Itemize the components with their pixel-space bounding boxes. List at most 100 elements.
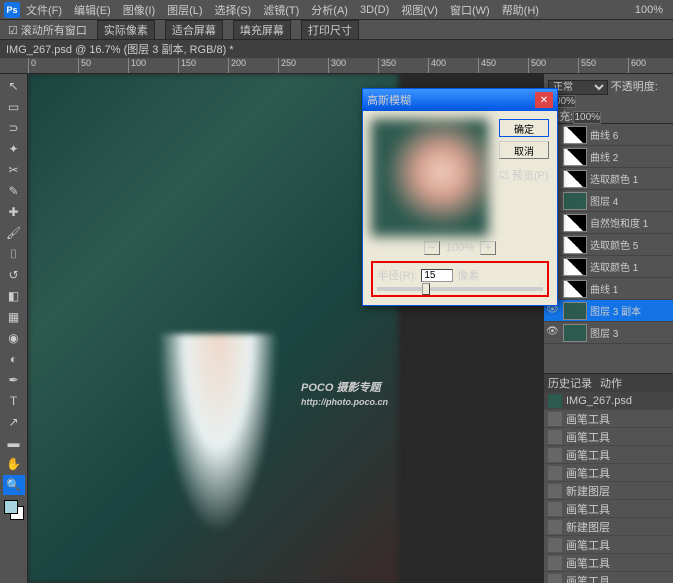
layer-row[interactable]: 👁选取颜色 1 [544, 168, 673, 190]
brush-icon [548, 574, 562, 583]
filter-preview[interactable] [371, 119, 489, 237]
brush-icon [548, 502, 562, 516]
layer-row[interactable]: 👁曲线 2 [544, 146, 673, 168]
layer-thumb [563, 170, 587, 188]
snapshot-icon [548, 394, 562, 408]
history-step[interactable]: 新建图层 [544, 518, 673, 536]
zoom-in-button[interactable]: + [480, 241, 496, 255]
eraser-tool[interactable]: ◧ [3, 286, 25, 306]
layer-row[interactable]: 👁选取颜色 5 [544, 234, 673, 256]
layer-name: 图层 3 [590, 325, 618, 340]
zoom-out-button[interactable]: − [424, 241, 440, 255]
radius-slider[interactable] [377, 287, 543, 291]
menu-filter[interactable]: 滤镜(T) [257, 2, 305, 18]
history-step[interactable]: 画笔工具 [544, 446, 673, 464]
history-brush-tool[interactable]: ↺ [3, 265, 25, 285]
history-panel-tabs: 历史记录 动作 [544, 374, 673, 392]
type-tool[interactable]: T [3, 391, 25, 411]
opacity-label: 不透明度: [611, 81, 658, 93]
history-snapshot[interactable]: IMG_267.psd [544, 392, 673, 410]
history-step[interactable]: 画笔工具 [544, 572, 673, 583]
layer-name: 图层 4 [590, 193, 618, 208]
brush-tool[interactable]: 🖌 [3, 223, 25, 243]
color-swatch[interactable] [4, 500, 24, 520]
menu-edit[interactable]: 编辑(E) [68, 2, 117, 18]
hand-tool[interactable]: ✋ [3, 454, 25, 474]
scroll-all-checkbox[interactable]: ☑ 滚动所有窗口 [8, 22, 87, 38]
history-step[interactable]: 新建图层 [544, 482, 673, 500]
menu-help[interactable]: 帮助(H) [496, 2, 545, 18]
zoom-level[interactable]: 100% [629, 4, 669, 16]
radius-input[interactable] [421, 269, 453, 282]
actual-pixels-button[interactable]: 实际像素 [97, 20, 155, 40]
cancel-button[interactable]: 取消 [499, 141, 549, 159]
layer-row[interactable]: 👁曲线 6 [544, 124, 673, 146]
path-tool[interactable]: ↗ [3, 412, 25, 432]
history-step[interactable]: 画笔工具 [544, 554, 673, 572]
layer-name: 选取颜色 5 [590, 237, 638, 252]
wand-tool[interactable]: ✦ [3, 139, 25, 159]
blur-tool[interactable]: ◉ [3, 328, 25, 348]
menu-window[interactable]: 窗口(W) [444, 2, 496, 18]
gaussian-blur-dialog: 高斯模糊 ✕ − 100% + 确定 取消 ☑预览(P) 半径(R): 像素 [362, 88, 558, 306]
move-tool[interactable]: ↖ [3, 76, 25, 96]
print-size-button[interactable]: 打印尺寸 [301, 20, 359, 40]
ok-button[interactable]: 确定 [499, 119, 549, 137]
history-step[interactable]: 画笔工具 [544, 410, 673, 428]
dodge-tool[interactable]: ◐ [3, 349, 25, 369]
shape-tool[interactable]: ▬ [3, 433, 25, 453]
document-tab[interactable]: IMG_267.psd @ 16.7% (图层 3 副本, RGB/8) * [6, 41, 234, 57]
close-icon[interactable]: ✕ [535, 92, 553, 108]
marquee-tool[interactable]: ▭ [3, 97, 25, 117]
layer-name: 曲线 2 [590, 149, 618, 164]
layer-name: 选取颜色 1 [590, 259, 638, 274]
menu-bar: Ps 文件(F) 编辑(E) 图像(I) 图层(L) 选择(S) 滤镜(T) 分… [0, 0, 673, 20]
dialog-title: 高斯模糊 [367, 92, 411, 108]
menu-image[interactable]: 图像(I) [117, 2, 161, 18]
crop-tool[interactable]: ✂ [3, 160, 25, 180]
layer-row[interactable]: 👁选取颜色 1 [544, 256, 673, 278]
brush-icon [548, 466, 562, 480]
lasso-tool[interactable]: ⊃ [3, 118, 25, 138]
fill-input[interactable] [573, 111, 601, 124]
layer-row[interactable]: 👁图层 4 [544, 190, 673, 212]
menu-layer[interactable]: 图层(L) [161, 2, 208, 18]
layer-thumb [563, 148, 587, 166]
zoom-tool[interactable]: 🔍 [3, 475, 25, 495]
layer-name: 曲线 6 [590, 127, 618, 142]
layer-thumb [563, 236, 587, 254]
menu-select[interactable]: 选择(S) [209, 2, 258, 18]
fit-screen-button[interactable]: 适合屏幕 [165, 20, 223, 40]
zoom-value: 100% [446, 242, 474, 254]
menu-view[interactable]: 视图(V) [395, 2, 444, 18]
menu-3d[interactable]: 3D(D) [354, 4, 395, 16]
history-step[interactable]: 画笔工具 [544, 500, 673, 518]
layer-thumb [563, 192, 587, 210]
dialog-titlebar[interactable]: 高斯模糊 ✕ [363, 89, 557, 111]
layer-row[interactable]: 👁图层 3 副本 [544, 300, 673, 322]
layer-row[interactable]: 👁 图层 3 [544, 322, 673, 344]
eyedropper-tool[interactable]: ✎ [3, 181, 25, 201]
history-step[interactable]: 画笔工具 [544, 428, 673, 446]
history-step[interactable]: 画笔工具 [544, 536, 673, 554]
heal-tool[interactable]: ✚ [3, 202, 25, 222]
document-tab-bar: IMG_267.psd @ 16.7% (图层 3 副本, RGB/8) * [0, 40, 673, 58]
layer-blend-options: 正常 不透明度: 填充: [544, 74, 673, 124]
menu-file[interactable]: 文件(F) [20, 2, 68, 18]
menu-analysis[interactable]: 分析(A) [305, 2, 354, 18]
fill-screen-button[interactable]: 填充屏幕 [233, 20, 291, 40]
document-image [28, 74, 398, 583]
stamp-tool[interactable]: ⌷ [3, 244, 25, 264]
tab-history[interactable]: 历史记录 [548, 375, 592, 391]
layer-row[interactable]: 👁自然饱和度 1 [544, 212, 673, 234]
brush-icon [548, 556, 562, 570]
gradient-tool[interactable]: ▦ [3, 307, 25, 327]
layer-row[interactable]: 👁曲线 1 [544, 278, 673, 300]
history-step[interactable]: 画笔工具 [544, 464, 673, 482]
pen-tool[interactable]: ✒ [3, 370, 25, 390]
preview-checkbox[interactable]: ☑预览(P) [499, 167, 549, 183]
tab-actions[interactable]: 动作 [600, 375, 622, 391]
layer-thumb [563, 258, 587, 276]
visibility-icon[interactable]: 👁 [546, 326, 560, 340]
slider-knob[interactable] [422, 283, 430, 295]
